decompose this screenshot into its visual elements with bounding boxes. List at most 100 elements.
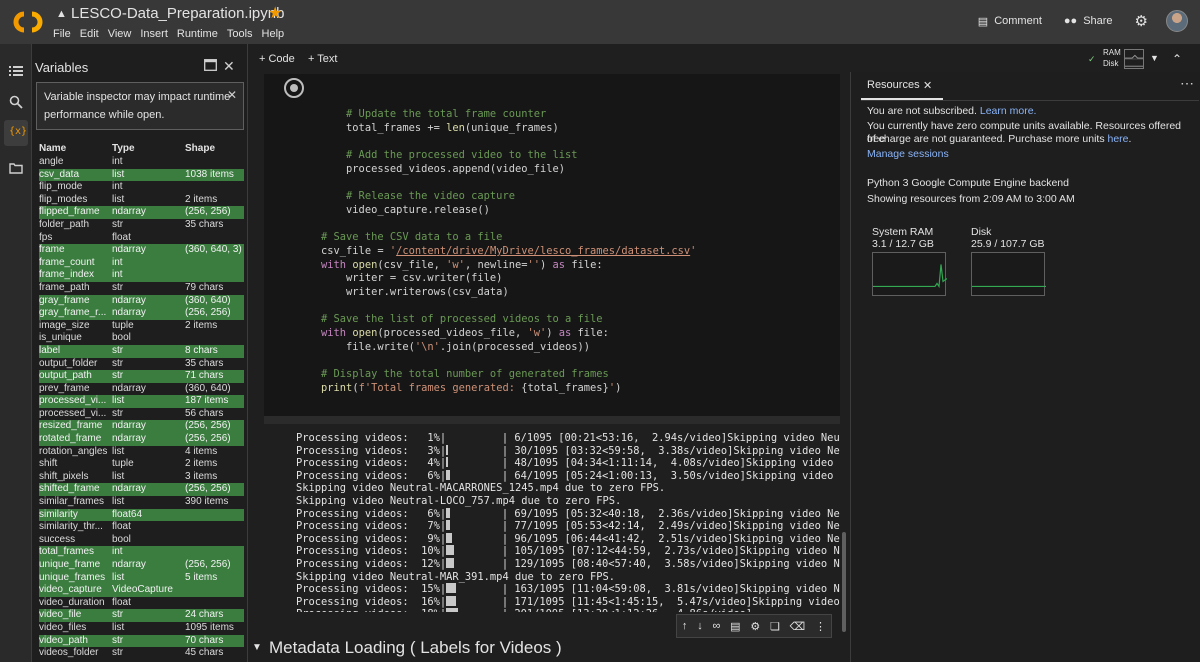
table-row[interactable]: output_path str 71 chars	[39, 370, 244, 383]
table-row[interactable]: fps float	[39, 232, 244, 245]
star-icon[interactable]: ★	[268, 3, 282, 23]
table-row[interactable]: resized_frame ndarray (256, 256)	[39, 420, 244, 434]
more-vert-icon[interactable]: ⋮	[815, 620, 826, 633]
column-type[interactable]: Type	[112, 143, 184, 154]
resource-meter[interactable]: ✓ RAM Disk ▼ ⌃	[1088, 48, 1196, 70]
table-row[interactable]: unique_frames list 5 items	[39, 571, 244, 585]
table-row[interactable]: frame_index int	[39, 269, 244, 282]
variable-type: ndarray	[112, 244, 146, 256]
table-row[interactable]: similarity float64	[39, 508, 244, 522]
close-notice-icon[interactable]: ✕	[227, 86, 237, 104]
output-line: Processing videos: 3%| | 30/1095 [03:32<5…	[296, 444, 840, 458]
table-row[interactable]: frame_count int	[39, 256, 244, 270]
table-row[interactable]: similarity_thr... float	[39, 521, 244, 534]
code-editor[interactable]: # Update the total frame counter total_f…	[296, 108, 696, 396]
variable-name: frame_index	[39, 269, 95, 281]
table-row[interactable]: rotation_angles list 4 items	[39, 446, 244, 459]
table-row[interactable]: frame_path str 79 chars	[39, 282, 244, 295]
learn-more-link[interactable]: Learn more.	[980, 105, 1037, 117]
column-name[interactable]: Name	[39, 143, 111, 154]
output-suffix: | 64/1095 [05:24<1:00:13, 3.50s/video]Sk…	[501, 469, 840, 482]
table-row[interactable]: gray_frame ndarray (360, 640)	[39, 294, 244, 308]
table-row[interactable]: csv_data list 1038 items	[39, 168, 244, 182]
table-row[interactable]: processed_vi... list 187 items	[39, 395, 244, 408]
table-row[interactable]: video_path str 70 chars	[39, 634, 244, 648]
table-row[interactable]: image_size tuple 2 items	[39, 320, 244, 333]
run-cell-icon[interactable]	[284, 78, 304, 98]
menu-help[interactable]: Help	[262, 28, 285, 40]
purchase-here-link[interactable]: here	[1107, 133, 1128, 145]
table-row[interactable]: gray_frame_r... ndarray (256, 256)	[39, 307, 244, 320]
chevron-down-icon[interactable]: ▼	[1150, 53, 1159, 63]
gear-icon[interactable]: ⚙	[1135, 12, 1148, 30]
close-icon[interactable]: ✕	[223, 58, 235, 75]
share-button[interactable]: ●● Share	[1064, 15, 1113, 27]
chevron-up-icon[interactable]: ⌃	[1172, 52, 1182, 66]
table-row[interactable]: similar_frames list 390 items	[39, 496, 244, 509]
table-row[interactable]: processed_vi... str 56 chars	[39, 408, 244, 421]
notebook-title[interactable]: LESCO-Data_Preparation.ipynb	[71, 5, 284, 22]
comment-button[interactable]: ▤ Comment	[978, 15, 1042, 28]
table-row[interactable]: output_folder str 35 chars	[39, 358, 244, 371]
output-suffix: | 77/1095 [05:53<42:14, 2.49s/video]Skip…	[501, 520, 840, 533]
folder-icon[interactable]	[9, 161, 23, 175]
menu-runtime[interactable]: Runtime	[177, 28, 218, 40]
table-row[interactable]: flipped_frame ndarray (256, 256)	[39, 206, 244, 219]
avatar[interactable]	[1166, 10, 1188, 32]
collapse-chevron-icon[interactable]: ▼	[252, 642, 262, 653]
table-row[interactable]: unique_frame ndarray (256, 256)	[39, 559, 244, 572]
open-in-tab-icon[interactable]	[204, 59, 217, 71]
add-text-button[interactable]: + Text	[308, 53, 337, 65]
menu-tools[interactable]: Tools	[227, 28, 253, 40]
table-row[interactable]: shifted_frame ndarray (256, 256)	[39, 483, 244, 497]
search-icon[interactable]	[9, 95, 23, 109]
move-down-icon[interactable]: ↓	[697, 620, 703, 632]
colab-logo[interactable]	[12, 9, 44, 35]
menu-view[interactable]: View	[108, 28, 132, 40]
table-row[interactable]: video_duration float	[39, 597, 244, 610]
table-of-contents-icon[interactable]	[9, 64, 23, 78]
code-line: file.write('\n'.join(processed_videos))	[296, 341, 696, 355]
table-row[interactable]: flip_mode int	[39, 181, 244, 194]
menu-insert[interactable]: Insert	[140, 28, 168, 40]
table-row[interactable]: rotated_frame ndarray (256, 256)	[39, 433, 244, 446]
table-row[interactable]: folder_path str 35 chars	[39, 219, 244, 232]
move-up-icon[interactable]: ↑	[682, 620, 688, 632]
markdown-section-heading[interactable]: ▼ Metadata Loading ( Labels for Videos )	[252, 638, 842, 662]
variables-icon[interactable]: {x}	[9, 126, 27, 140]
delete-icon[interactable]: ⌫	[790, 620, 806, 633]
variable-name: is_unique	[39, 332, 82, 344]
table-row[interactable]: shift tuple 2 items	[39, 458, 244, 471]
link-icon[interactable]: ∞	[712, 620, 720, 632]
table-row[interactable]: shift_pixels list 3 items	[39, 471, 244, 484]
column-shape[interactable]: Shape	[185, 143, 245, 154]
code-cell[interactable]: # Update the total frame counter total_f…	[264, 74, 840, 416]
comment-icon[interactable]: ▤	[730, 620, 740, 633]
table-row[interactable]: flip_modes list 2 items	[39, 194, 244, 207]
resources-tab[interactable]: Resources	[867, 79, 920, 91]
manage-sessions-link[interactable]: Manage sessions	[867, 148, 949, 161]
table-row[interactable]: video_files list 1095 items	[39, 622, 244, 635]
add-code-button[interactable]: + Code	[259, 53, 295, 65]
variable-shape: 4 items	[185, 445, 218, 457]
gear-icon[interactable]: ⚙	[750, 620, 760, 633]
menu-file[interactable]: File	[53, 28, 71, 40]
more-horiz-icon[interactable]: ⋯	[1180, 75, 1194, 92]
table-row[interactable]: video_file str 24 chars	[39, 609, 244, 622]
table-row[interactable]: label str 8 chars	[39, 344, 244, 358]
table-row[interactable]: videos_folder str 45 chars	[39, 647, 244, 660]
table-row[interactable]: total_frames int	[39, 546, 244, 559]
notebook-scrollbar[interactable]	[842, 532, 846, 632]
table-row[interactable]: prev_frame ndarray (360, 640)	[39, 383, 244, 396]
menu-edit[interactable]: Edit	[80, 28, 99, 40]
table-row[interactable]: frame ndarray (360, 640, 3)	[39, 244, 244, 257]
table-row[interactable]: video_capture VideoCapture	[39, 584, 244, 597]
units-text: of charge are not guaranteed. Purchase m…	[867, 133, 1108, 145]
table-row[interactable]: success bool	[39, 534, 244, 547]
table-row[interactable]: is_unique bool	[39, 332, 244, 345]
mirror-icon[interactable]: ❏	[770, 620, 780, 633]
code-token: with	[296, 258, 353, 271]
table-row[interactable]: angle int	[39, 156, 244, 169]
close-icon[interactable]: ✕	[923, 79, 932, 92]
progress-bar: |	[440, 507, 502, 521]
